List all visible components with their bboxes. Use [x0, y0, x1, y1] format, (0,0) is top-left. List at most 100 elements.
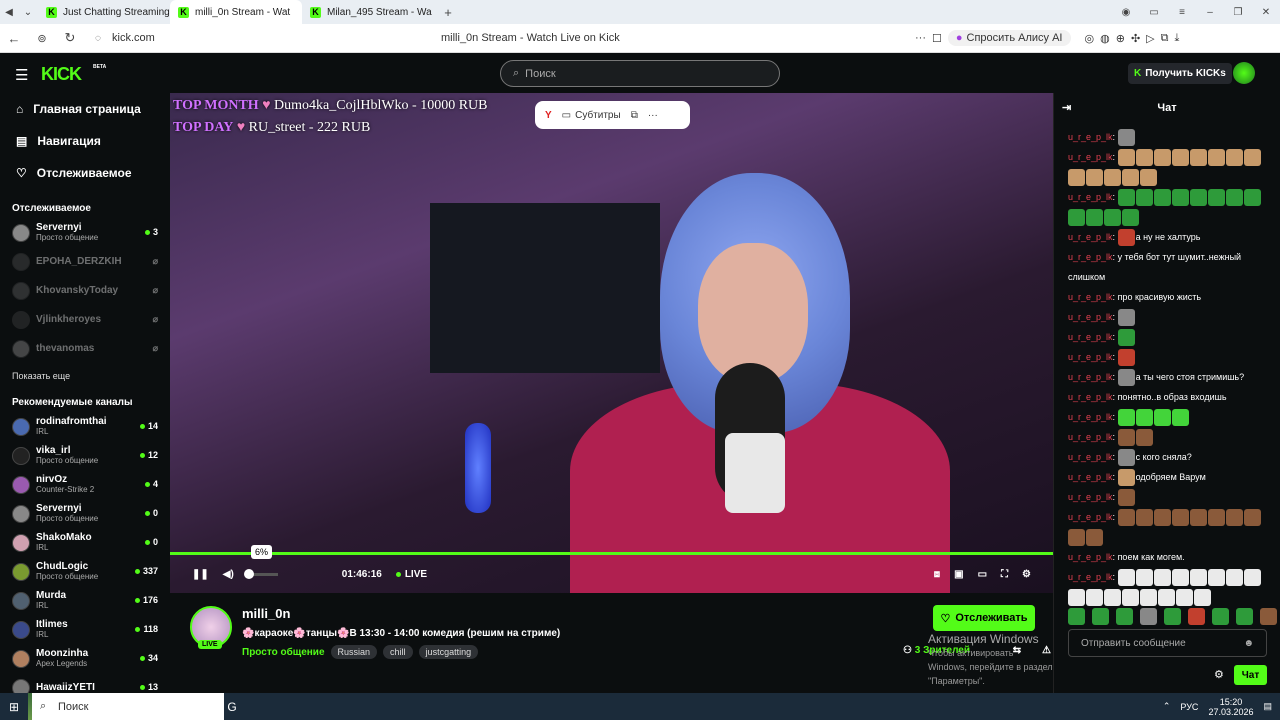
- category-link[interactable]: Просто общение: [242, 647, 325, 658]
- chat-username[interactable]: u_r_e_p_lk: [1068, 332, 1113, 342]
- collapse-chat-icon[interactable]: ⇥: [1062, 101, 1071, 114]
- extension-icon[interactable]: ◍: [1100, 32, 1110, 45]
- puzzle-icon[interactable]: ✣: [1131, 32, 1140, 45]
- quick-emote-icon[interactable]: [1116, 608, 1133, 625]
- maximize-icon[interactable]: ❐: [1224, 7, 1252, 18]
- new-tab-icon[interactable]: +: [434, 5, 462, 20]
- quick-emote-icon[interactable]: [1164, 608, 1181, 625]
- alice-button[interactable]: ● Спросить Алису AI: [947, 30, 1071, 46]
- yandex-icon[interactable]: Y: [545, 110, 552, 121]
- video-player[interactable]: TOP MONTH ♥ Dumo4ka_CojlHblWko - 10000 R…: [170, 93, 1053, 593]
- browser-tab-1[interactable]: Kmilli_0n Stream - Wat: [170, 0, 302, 24]
- chat-username[interactable]: u_r_e_p_lk: [1068, 452, 1113, 462]
- tag[interactable]: chill: [383, 645, 413, 659]
- taskbar-search[interactable]: ⌕ Поиск: [32, 693, 224, 720]
- avatar[interactable]: [1233, 62, 1255, 84]
- chat-username[interactable]: u_r_e_p_lk: [1068, 552, 1113, 562]
- menu-icon[interactable]: ≡: [1168, 7, 1196, 18]
- chat-settings-icon[interactable]: ⚙: [1214, 668, 1224, 681]
- sidebar-channel-offline[interactable]: KhovanskyToday ⌀: [0, 276, 170, 305]
- chevron-down-icon[interactable]: ⌄: [18, 7, 38, 18]
- sidebar-channel-offline[interactable]: EPOHA_DERZKIH ⌀: [0, 247, 170, 276]
- search-input[interactable]: ⌕ Поиск: [500, 60, 780, 87]
- quick-emote-icon[interactable]: [1092, 608, 1109, 625]
- show-more-link[interactable]: Показать еще: [0, 363, 170, 385]
- url-text[interactable]: kick.com: [112, 32, 412, 44]
- pip-icon[interactable]: ⧉: [631, 110, 638, 121]
- tag[interactable]: Russian: [330, 645, 378, 659]
- quick-emote-icon[interactable]: [1260, 608, 1277, 625]
- live-indicator[interactable]: LIVE: [395, 569, 427, 580]
- settings-icon[interactable]: ⚙: [1022, 569, 1031, 580]
- quick-emote-icon[interactable]: [1140, 608, 1157, 625]
- subtitles-button[interactable]: ▭ Субтитры: [562, 110, 621, 121]
- browser-tab-2[interactable]: K Milan_495 Stream - Wa: [302, 0, 434, 24]
- quick-emote-icon[interactable]: [1188, 608, 1205, 625]
- chat-username[interactable]: u_r_e_p_lk: [1068, 372, 1113, 382]
- tag[interactable]: justcgatting: [418, 645, 479, 659]
- chat-username[interactable]: u_r_e_p_lk: [1068, 572, 1113, 582]
- chat-username[interactable]: u_r_e_p_lk: [1068, 132, 1113, 142]
- close-icon[interactable]: ✕: [1252, 7, 1280, 18]
- sidebar-channel[interactable]: ShakoMako IRL 0: [0, 528, 170, 557]
- sidebar-channel[interactable]: nirvOz Counter-Strike 2 4: [0, 470, 170, 499]
- minimize-icon[interactable]: –: [1196, 7, 1224, 18]
- chat-username[interactable]: u_r_e_p_lk: [1068, 412, 1113, 422]
- sidebar-channel[interactable]: vika_irl Просто общение 12: [0, 441, 170, 470]
- sidebar-channel[interactable]: rodinafromthai IRL 14: [0, 412, 170, 441]
- sidebar-channel[interactable]: ChudLogic Просто общение 337: [0, 557, 170, 586]
- quick-emote-icon[interactable]: [1212, 608, 1229, 625]
- windows-start-icon[interactable]: ⊞: [0, 693, 28, 720]
- shield-icon[interactable]: ⊚: [28, 32, 56, 45]
- clip-icon[interactable]: ⧈: [934, 569, 940, 580]
- browser-tab-0[interactable]: K Just Chatting Streaming -: [38, 0, 170, 24]
- chat-send-button[interactable]: Чат: [1234, 665, 1267, 685]
- globe-icon[interactable]: ⊕: [1116, 32, 1125, 45]
- chat-username[interactable]: u_r_e_p_lk: [1068, 292, 1113, 302]
- sidebar-channel-offline[interactable]: Vjlinkheroyes ⌀: [0, 305, 170, 334]
- nav-browse[interactable]: ▤ Навигация: [0, 125, 170, 157]
- sidebar-channel[interactable]: Itlimes IRL 118: [0, 615, 170, 644]
- quick-emote-icon[interactable]: [1068, 608, 1085, 625]
- bookmark-star-icon[interactable]: ☐: [932, 32, 942, 45]
- sidebar-channel[interactable]: Servernyi Просто общение 0: [0, 499, 170, 528]
- hamburger-icon[interactable]: ☰: [15, 66, 28, 84]
- follow-button[interactable]: ♡ Отслеживать: [933, 605, 1035, 631]
- get-kicks-button[interactable]: K Получить KICKs: [1128, 63, 1232, 84]
- chat-username[interactable]: u_r_e_p_lk: [1068, 492, 1113, 502]
- fullscreen-icon[interactable]: ⛶: [1001, 569, 1008, 580]
- more-icon[interactable]: ···: [648, 110, 658, 121]
- chat-username[interactable]: u_r_e_p_lk: [1068, 192, 1113, 202]
- nav-following[interactable]: ♡ Отслеживаемое: [0, 157, 170, 189]
- nav-home[interactable]: ⌂ Главная страница: [0, 93, 170, 125]
- play-icon[interactable]: ▷: [1146, 32, 1154, 45]
- notifications-icon[interactable]: ▤: [1263, 701, 1272, 712]
- chat-username[interactable]: u_r_e_p_lk: [1068, 232, 1113, 242]
- chat-username[interactable]: u_r_e_p_lk: [1068, 352, 1113, 362]
- chat-input[interactable]: Отправить сообщение ☻: [1068, 629, 1267, 657]
- chat-username[interactable]: u_r_e_p_lk: [1068, 252, 1113, 262]
- copy-icon[interactable]: ⧉: [1161, 32, 1169, 45]
- chat-username[interactable]: u_r_e_p_lk: [1068, 312, 1113, 322]
- pause-icon[interactable]: ❚❚: [192, 569, 209, 580]
- sidebar-channel-offline[interactable]: thevanomas ⌀: [0, 334, 170, 363]
- chat-username[interactable]: u_r_e_p_lk: [1068, 392, 1113, 402]
- emoji-icon[interactable]: ☻: [1243, 638, 1254, 649]
- bookmark-icon[interactable]: ▭: [1140, 7, 1168, 18]
- sidebar-channel[interactable]: HawaiizYETI 13: [0, 673, 170, 693]
- volume-slider[interactable]: [243, 568, 278, 579]
- volume-handle[interactable]: [243, 568, 254, 579]
- clock[interactable]: 15:20 27.03.2026: [1208, 697, 1253, 717]
- chat-username[interactable]: u_r_e_p_lk: [1068, 472, 1113, 482]
- theater-icon[interactable]: ▣: [954, 569, 963, 580]
- streamer-name[interactable]: milli_0n: [242, 606, 290, 621]
- sidebar-channel[interactable]: Moonzinha Apex Legends 34: [0, 644, 170, 673]
- pip-icon[interactable]: ▭: [978, 569, 987, 580]
- chat-username[interactable]: u_r_e_p_lk: [1068, 512, 1113, 522]
- chat-username[interactable]: u_r_e_p_lk: [1068, 152, 1113, 162]
- back-icon[interactable]: ←: [0, 31, 28, 46]
- chat-username[interactable]: u_r_e_p_lk: [1068, 432, 1113, 442]
- profile-icon[interactable]: ◉: [1112, 7, 1140, 18]
- sidebar-channel[interactable]: Murda IRL 176: [0, 586, 170, 615]
- extension-icon[interactable]: ◎: [1085, 32, 1095, 45]
